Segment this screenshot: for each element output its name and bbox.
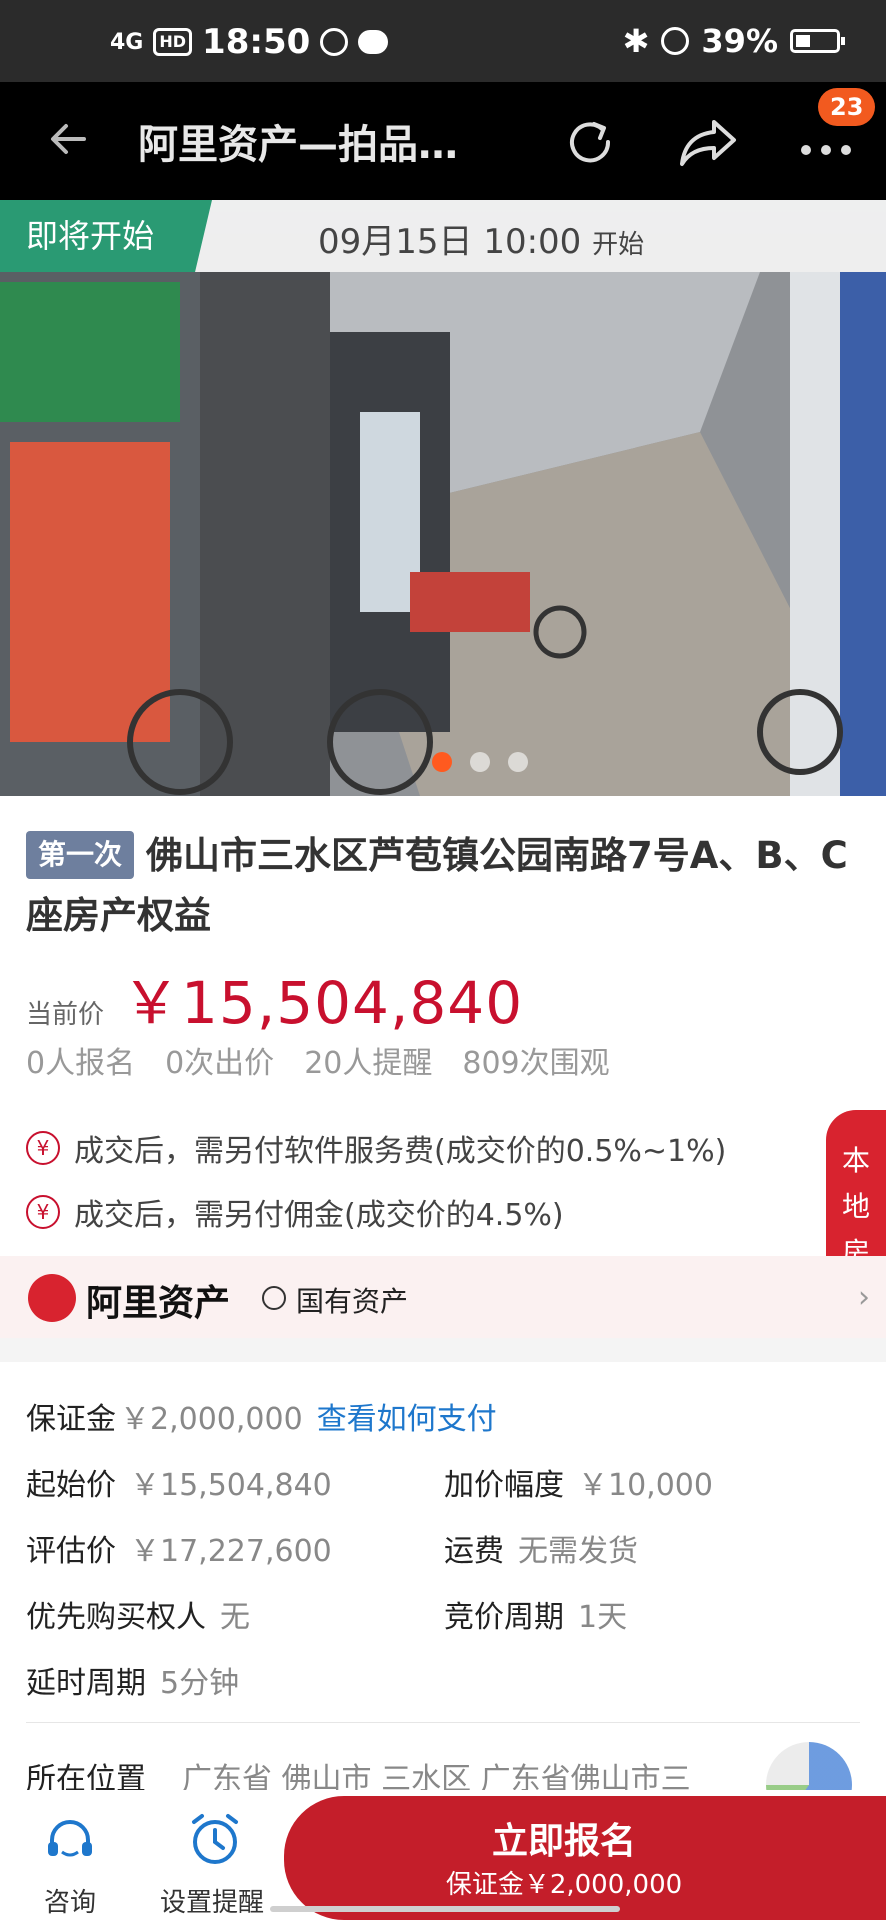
back-arrow-icon[interactable]: [44, 114, 94, 164]
details-divider: [26, 1722, 860, 1723]
set-reminder-button-label[interactable]: 设置提醒: [160, 1882, 264, 1919]
delay-value: 5分钟: [160, 1666, 240, 1701]
chevron-right-icon: ›: [858, 1280, 870, 1315]
battery-percent: 39%: [701, 22, 778, 60]
appraisal-label: 评估价: [26, 1534, 116, 1569]
status-right: ✱ 39%: [622, 22, 845, 60]
increment-label: 加价幅度: [444, 1468, 564, 1503]
item-title-block: 第一次 佛山市三水区芦苞镇公园南路7号A、B、C座房产权益: [26, 826, 866, 946]
item-title: 佛山市三水区芦苞镇公园南路7号A、B、C座房产权益: [26, 834, 848, 937]
message-icon: [358, 30, 389, 54]
increment-row: 加价幅度 ￥10,000: [444, 1460, 713, 1504]
deposit-value: ￥2,000,000: [120, 1402, 303, 1437]
cycle-row: 竞价周期 1天: [444, 1592, 627, 1636]
status-bar: 4G HD 18:50 ✱ 39%: [0, 0, 886, 82]
share-icon[interactable]: [676, 112, 740, 172]
carousel-dot-3[interactable]: [508, 752, 528, 772]
network-indicator: 4G: [110, 29, 144, 55]
platform-name: 阿里资产: [86, 1283, 231, 1324]
yuan-icon: ¥: [26, 1195, 60, 1229]
sync-icon: [320, 28, 349, 56]
cycle-label: 竞价周期: [444, 1600, 564, 1635]
bluetooth-icon: ✱: [622, 22, 650, 60]
clock: 18:50: [202, 22, 311, 62]
priority-value: 无: [220, 1600, 250, 1635]
start-time-suffix: 开始: [592, 230, 645, 260]
price-value: ￥15,504,840: [122, 969, 524, 1037]
alarm-clock-icon[interactable]: [188, 1812, 242, 1868]
notification-badge: 23: [818, 88, 876, 126]
register-now-button[interactable]: 立即报名 保证金￥2,000,000: [284, 1796, 886, 1920]
platform-row[interactable]: 阿里资产 国有资产 ›: [0, 1256, 886, 1338]
appraisal-value: ￥17,227,600: [130, 1534, 332, 1569]
battery-icon: [790, 29, 845, 53]
home-indicator[interactable]: [270, 1906, 620, 1912]
priority-row: 优先购买权人无: [26, 1592, 250, 1636]
shipping-value: 无需发货: [518, 1534, 638, 1569]
alarm-icon: [661, 27, 690, 55]
fee-notice-commission: ¥ 成交后，需另付佣金(成交价的4.5%): [26, 1190, 564, 1234]
stat-reminders: 20人提醒: [304, 1046, 433, 1081]
check-circle-icon: [262, 1286, 286, 1310]
carousel-dot-1[interactable]: [432, 752, 452, 772]
deposit-row: 保证金 ￥2,000,000 查看如何支付: [26, 1394, 497, 1438]
price-label: 当前价: [26, 1000, 105, 1030]
deposit-label: 保证金: [26, 1402, 116, 1437]
page-title: 阿里资产—拍品…: [138, 122, 458, 168]
auction-status-strip: 即将开始 09月15日 10:00 开始: [0, 200, 886, 272]
register-deposit-label: 保证金￥2,000,000: [445, 1870, 683, 1900]
register-now-label: 立即报名: [491, 1821, 636, 1862]
bottom-action-bar: 咨询 设置提醒 立即报名 保证金￥2,000,000: [0, 1790, 886, 1920]
state-asset-label: 国有资产: [296, 1285, 409, 1318]
shipping-row: 运费 无需发货: [444, 1526, 638, 1570]
carousel-dots: [432, 752, 528, 772]
auction-start-time: 09月15日 10:00 开始: [318, 214, 644, 263]
how-to-pay-link[interactable]: 查看如何支付: [317, 1402, 497, 1437]
current-price: 当前价 ￥15,504,840: [26, 956, 523, 1040]
consult-button-label[interactable]: 咨询: [44, 1882, 96, 1919]
start-price-label: 起始价: [26, 1468, 116, 1503]
refresh-icon[interactable]: [560, 112, 620, 172]
property-photo: [0, 272, 886, 796]
shipping-label: 运费: [444, 1534, 504, 1569]
local-tab-char: 地: [841, 1190, 870, 1223]
section-divider: [0, 1338, 886, 1362]
carousel-dot-2[interactable]: [470, 752, 490, 772]
local-tab-char: 本: [841, 1144, 870, 1177]
appraisal-row: 评估价 ￥17,227,600: [26, 1526, 332, 1570]
increment-value: ￥10,000: [578, 1468, 713, 1503]
status-left: 4G HD 18:50: [110, 22, 389, 62]
yuan-icon: ¥: [26, 1131, 60, 1165]
stat-bids: 0次出价: [165, 1046, 275, 1081]
start-price-row: 起始价 ￥15,504,840: [26, 1460, 332, 1504]
delay-label: 延时周期: [26, 1666, 146, 1701]
fee-notice-service: ¥ 成交后，需另付软件服务费(成交价的0.5%~1%): [26, 1126, 726, 1170]
more-icon[interactable]: [796, 122, 856, 172]
cycle-value: 1天: [578, 1600, 628, 1635]
start-time-value: 09月15日 10:00: [318, 222, 582, 262]
auction-status-tag: 即将开始: [0, 200, 212, 272]
stat-signups: 0人报名: [26, 1046, 136, 1081]
ali-assets-logo: [28, 1274, 76, 1322]
delay-row: 延时周期 5分钟: [26, 1658, 239, 1702]
hd-indicator: HD: [153, 28, 193, 56]
stat-views: 809次围观: [462, 1046, 610, 1081]
auction-stats: 0人报名 0次出价 20人提醒 809次围观: [26, 1038, 610, 1082]
photo-carousel[interactable]: 即将开始 09月15日 10:00 开始: [0, 200, 886, 796]
fee-notice-text: 成交后，需另付软件服务费(成交价的0.5%~1%): [74, 1134, 727, 1169]
start-price-value: ￥15,504,840: [130, 1468, 332, 1503]
priority-label: 优先购买权人: [26, 1600, 206, 1635]
headset-icon[interactable]: [44, 1816, 96, 1868]
auction-round-tag: 第一次: [26, 831, 135, 879]
fee-notice-text: 成交后，需另付佣金(成交价的4.5%): [74, 1198, 564, 1233]
nav-bar: 阿里资产—拍品…: [0, 82, 886, 200]
